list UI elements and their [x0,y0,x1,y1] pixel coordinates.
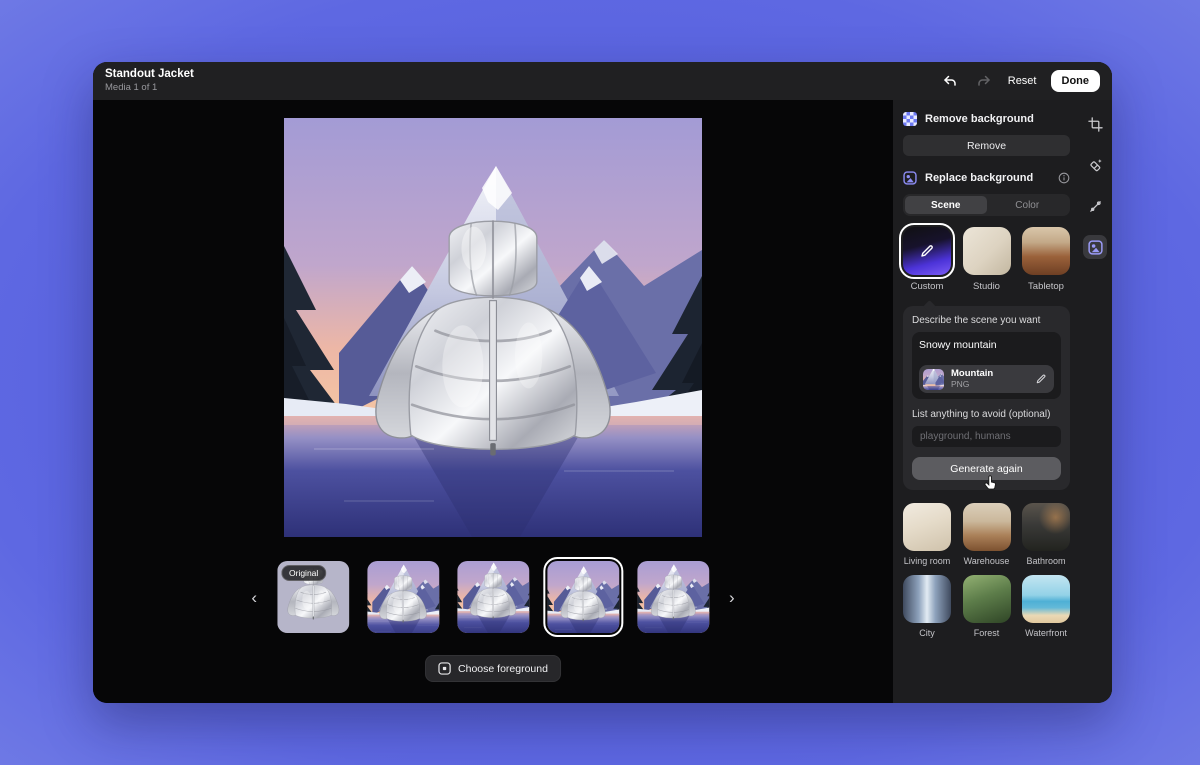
side-panel: Remove background Remove Replace backgro… [893,100,1112,703]
window-title: Standout Jacket [105,68,194,82]
remove-button[interactable]: Remove [903,135,1070,156]
thumbnail-variant-4[interactable] [637,561,709,633]
crop-icon [1088,117,1103,132]
edited-image[interactable] [284,118,702,537]
adjust-tool-button[interactable] [1083,194,1107,218]
mode-tabletop-card [1022,227,1070,275]
crop-tool-button[interactable] [1083,112,1107,136]
header-actions: Reset Done [940,70,1100,92]
preset-warehouse[interactable]: Warehouse [963,503,1011,566]
mode-studio-label: Studio [963,281,1011,292]
preset-living-room-label: Living room [903,556,951,566]
replace-background-tool-button[interactable] [1083,235,1107,259]
preset-forest[interactable]: Forest [963,575,1011,638]
redo-icon [976,73,992,89]
describe-label: Describe the scene you want [912,315,1061,326]
preset-bathroom-label: Bathroom [1022,556,1070,566]
canvas-area: ‹ Original [93,100,893,703]
panel-content: Remove background Remove Replace backgro… [893,100,1078,703]
attachment-chip[interactable]: Mountain PNG [919,365,1054,393]
preset-forest-thumb [963,575,1011,623]
preset-waterfront-thumb [1022,575,1070,623]
redo-button[interactable] [974,71,994,91]
replace-background-icon [903,171,917,185]
hand-cursor [983,475,998,492]
remove-background-title: Remove background [925,113,1070,125]
preset-warehouse-thumb [963,503,1011,551]
tab-color[interactable]: Color [987,196,1069,214]
undo-icon [942,73,958,89]
preset-city-label: City [903,628,951,638]
attachment-name: Mountain [951,369,1028,380]
preset-warehouse-label: Warehouse [963,556,1011,566]
original-badge: Original [281,565,326,581]
background-type-tabs: Scene Color [903,194,1070,216]
preset-bathroom-thumb [1022,503,1070,551]
reset-button[interactable]: Reset [1008,75,1037,87]
preset-forest-label: Forest [963,628,1011,638]
custom-scene-form: Describe the scene you want Snowy mounta… [903,306,1070,490]
attachment-meta: Mountain PNG [951,369,1028,390]
cleanup-tool-button[interactable] [1083,153,1107,177]
generate-again-button[interactable]: Generate again [912,457,1061,480]
mode-tabletop[interactable]: Tabletop [1022,227,1070,292]
mode-studio-card [963,227,1011,275]
mode-custom-card [903,227,951,275]
scene-prompt-input[interactable]: Snowy mountain Mountain PNG [912,332,1061,399]
thumbnail-variant-3-selected[interactable] [547,561,619,633]
carousel-prev-button[interactable]: ‹ [249,589,259,606]
scene-mode-row: Custom Studio Tabletop [903,227,1070,292]
mode-studio[interactable]: Studio [963,227,1011,292]
form-notch [923,300,936,313]
tool-rail [1078,100,1112,703]
mode-tabletop-label: Tabletop [1022,281,1070,292]
cleanup-brush-icon [1088,158,1103,173]
window-header: Standout Jacket Media 1 of 1 Reset Done [93,62,1112,100]
preset-waterfront[interactable]: Waterfront [1022,575,1070,638]
preset-city-thumb [903,575,951,623]
avoid-label: List anything to avoid (optional) [912,409,1061,420]
carousel-next-button[interactable]: › [727,589,737,606]
preset-waterfront-label: Waterfront [1022,628,1070,638]
generate-again-label: Generate again [950,463,1022,475]
pencil-icon [919,243,935,259]
title-block: Standout Jacket Media 1 of 1 [105,68,194,93]
attachment-type: PNG [951,380,1028,390]
replace-background-title: Replace background [925,172,1050,184]
preset-city[interactable]: City [903,575,951,638]
foreground-select-icon [438,662,451,675]
scene-prompt-value: Snowy mountain [919,339,1054,351]
choose-foreground-button[interactable]: Choose foreground [425,655,561,682]
preset-living-room-thumb [903,503,951,551]
replace-background-header: Replace background [903,171,1070,185]
thumbnail-variant-2[interactable] [457,561,529,633]
editor-window: Standout Jacket Media 1 of 1 Reset Done [93,62,1112,703]
edit-attachment-icon[interactable] [1035,373,1047,385]
avoid-input[interactable] [912,426,1061,447]
mode-custom-label: Custom [903,281,951,292]
replace-background-tool-icon [1088,240,1103,255]
remove-background-icon [903,112,917,126]
adjust-icon [1088,199,1103,214]
attachment-thumbnail [923,369,944,390]
thumbnail-original[interactable]: Original [277,561,349,633]
mode-custom[interactable]: Custom [903,227,951,292]
done-button[interactable]: Done [1051,70,1101,92]
remove-background-header: Remove background [903,112,1070,126]
preset-living-room[interactable]: Living room [903,503,951,566]
preset-bathroom[interactable]: Bathroom [1022,503,1070,566]
scene-preset-grid: Living room Warehouse Bathroom City [903,503,1070,638]
tab-scene[interactable]: Scene [905,196,987,214]
choose-foreground-label: Choose foreground [458,663,548,675]
media-counter: Media 1 of 1 [105,82,194,93]
thumbnail-strip: ‹ Original [249,561,736,633]
thumbnail-variant-1[interactable] [367,561,439,633]
info-icon[interactable] [1058,172,1070,184]
undo-button[interactable] [940,71,960,91]
window-body: ‹ Original [93,100,1112,703]
